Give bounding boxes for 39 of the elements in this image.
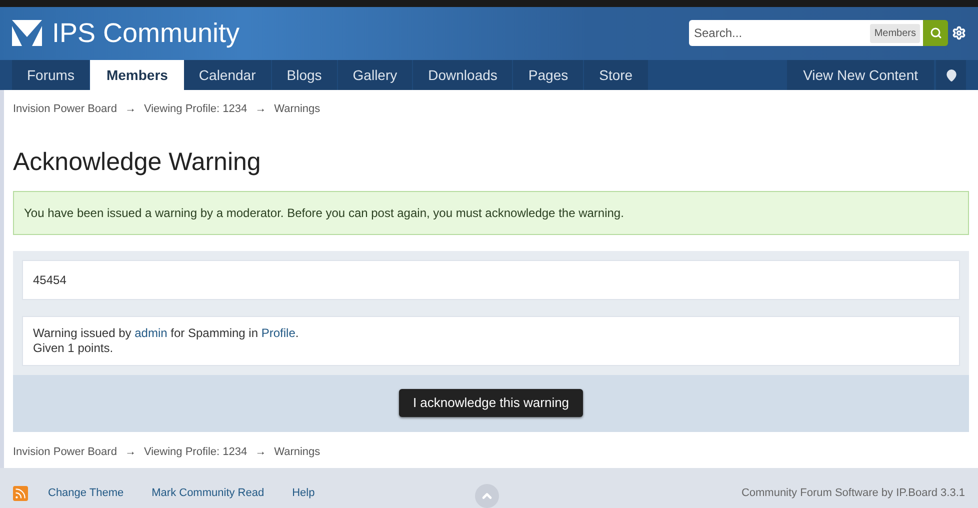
breadcrumb-link[interactable]: Viewing Profile: 1234 [144, 101, 248, 118]
nav-tab[interactable]: Downloads [413, 60, 514, 90]
breadcrumb-separator: → [124, 102, 136, 117]
warning-notice: You have been issued a warning by a moderator. Before you can post again, you must acknowledge the warning. [13, 190, 969, 234]
search-icon [930, 27, 942, 40]
breadcrumb-separator: → [124, 444, 136, 460]
warning-note: 45454 [22, 260, 960, 300]
acknowledge-button[interactable]: I acknowledge this warning [398, 389, 584, 417]
search-scope[interactable]: Members [870, 24, 920, 43]
logo-icon [12, 20, 42, 46]
nav-tab[interactable]: Pages [513, 60, 584, 90]
warning-details: Warning issued by admin for Spamming in Profile. [33, 326, 300, 340]
footer-credit: Community Forum Software by IP.Board 3.3.1 [741, 486, 965, 501]
nav-tab[interactable]: Store [584, 60, 649, 90]
map-pin-icon[interactable] [944, 68, 958, 82]
page-title: Acknowledge Warning [13, 146, 262, 178]
nav-tab[interactable]: Gallery [338, 60, 414, 90]
nav-tab[interactable]: Members [90, 60, 184, 90]
footer-link[interactable]: Change Theme [48, 484, 124, 502]
breadcrumb-separator: → [255, 102, 266, 117]
details-link[interactable]: admin [134, 326, 168, 340]
breadcrumb-link[interactable]: Viewing Profile: 1234 [144, 444, 248, 460]
logo-text: IPS Community [52, 17, 240, 50]
points-text: Given 1 points. [33, 340, 114, 356]
details-link[interactable]: Profile [261, 326, 296, 340]
nav-tab[interactable]: Forums [12, 60, 90, 90]
view-new-content-link[interactable]: View New Content [787, 60, 934, 90]
footer-link[interactable]: Mark Community Read [152, 484, 264, 502]
footer-link[interactable]: Help [292, 484, 315, 502]
breadcrumb-link[interactable]: Warnings [274, 101, 320, 118]
settings-icon[interactable] [952, 26, 966, 40]
breadcrumb-link[interactable]: Invision Power Board [13, 444, 117, 460]
nav-tab[interactable]: Calendar [184, 60, 272, 90]
breadcrumb-link[interactable]: Warnings [274, 444, 320, 460]
search-button[interactable] [923, 20, 948, 46]
breadcrumb-link[interactable]: Invision Power Board [13, 101, 117, 118]
search-field[interactable]: Search... Members [689, 20, 923, 46]
breadcrumb-separator: → [255, 444, 266, 460]
nav-tab[interactable]: Blogs [272, 60, 338, 90]
